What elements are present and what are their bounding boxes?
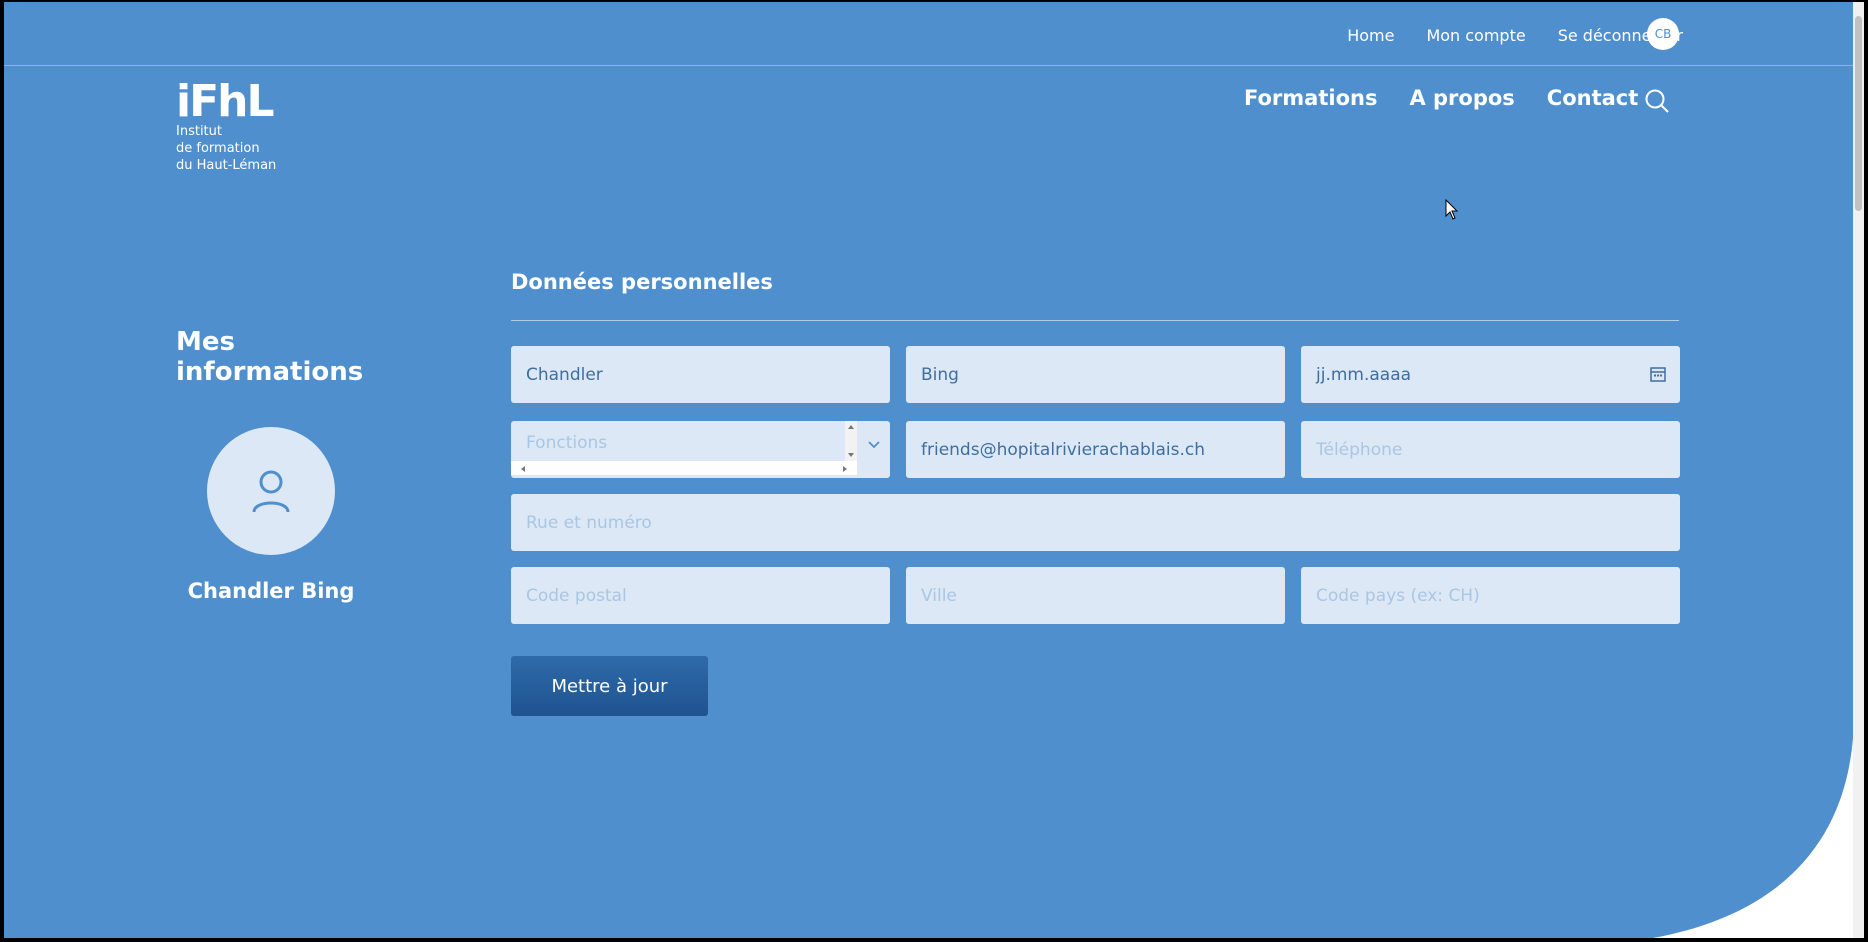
street-field[interactable]: Rue et numéro bbox=[511, 494, 1680, 551]
main-nav: Formations A propos Contact bbox=[1244, 86, 1638, 110]
user-icon bbox=[252, 470, 290, 513]
birthdate-placeholder: jj.mm.aaaa bbox=[1316, 364, 1412, 385]
nav-about-link[interactable]: A propos bbox=[1409, 86, 1514, 110]
country-code-placeholder: Code pays (ex: CH) bbox=[1316, 585, 1480, 606]
profile-name: Chandler Bing bbox=[187, 579, 355, 603]
first-name-field[interactable]: Chandler bbox=[511, 346, 890, 403]
country-code-field[interactable]: Code pays (ex: CH) bbox=[1301, 567, 1680, 624]
decorative-curve bbox=[1653, 738, 1853, 938]
functions-vertical-scrollbar[interactable] bbox=[845, 421, 857, 461]
logo[interactable]: iFhL Institut de formation du Haut-Léman bbox=[176, 76, 277, 174]
page: Home Mon compte Se déconnecter CB iFhL I… bbox=[4, 2, 1853, 938]
street-placeholder: Rue et numéro bbox=[526, 512, 652, 533]
first-name-value: Chandler bbox=[526, 364, 603, 385]
form-title: Données personnelles bbox=[511, 270, 773, 294]
last-name-field[interactable]: Bing bbox=[906, 346, 1285, 403]
page-scrollbar[interactable] bbox=[1853, 2, 1864, 938]
user-avatar[interactable]: CB bbox=[1647, 18, 1679, 50]
update-button[interactable]: Mettre à jour bbox=[511, 656, 708, 716]
form-divider bbox=[511, 320, 1679, 321]
nav-formations-link[interactable]: Formations bbox=[1244, 86, 1377, 110]
profile-avatar bbox=[207, 427, 335, 555]
postal-code-field[interactable]: Code postal bbox=[511, 567, 890, 624]
nav-home-link[interactable]: Home bbox=[1347, 26, 1394, 45]
section-title: Mes informations bbox=[176, 327, 364, 387]
logo-line-3: du Haut-Léman bbox=[176, 158, 277, 173]
functions-horizontal-scrollbar[interactable] bbox=[511, 461, 857, 475]
email-value: friends@hopitalrivierachablais.ch bbox=[921, 439, 1206, 460]
top-nav: Home Mon compte Se déconnecter bbox=[1347, 26, 1683, 45]
last-name-value: Bing bbox=[921, 364, 959, 385]
city-placeholder: Ville bbox=[921, 585, 957, 606]
functions-select[interactable]: Fonctions bbox=[511, 421, 890, 478]
functions-placeholder: Fonctions bbox=[526, 433, 608, 453]
postal-code-placeholder: Code postal bbox=[526, 585, 627, 606]
calendar-icon[interactable] bbox=[1650, 366, 1666, 382]
nav-contact-link[interactable]: Contact bbox=[1547, 86, 1639, 110]
city-field[interactable]: Ville bbox=[906, 567, 1285, 624]
search-icon[interactable] bbox=[1644, 88, 1670, 114]
cursor-icon bbox=[1445, 199, 1459, 220]
phone-field[interactable]: Téléphone bbox=[1301, 421, 1680, 478]
profile-panel: Mes informations Chandler Bing bbox=[176, 327, 406, 603]
email-field[interactable]: friends@hopitalrivierachablais.ch bbox=[906, 421, 1285, 478]
scrollbar-thumb[interactable] bbox=[1855, 16, 1862, 211]
logo-mark: iFhL bbox=[176, 76, 275, 127]
nav-account-link[interactable]: Mon compte bbox=[1426, 26, 1525, 45]
phone-placeholder: Téléphone bbox=[1316, 439, 1403, 460]
functions-listbox[interactable]: Fonctions bbox=[511, 421, 857, 461]
birthdate-field[interactable]: jj.mm.aaaa bbox=[1301, 346, 1680, 403]
chevron-down-icon[interactable] bbox=[868, 441, 880, 449]
logo-line-2: de formation bbox=[176, 141, 260, 156]
top-bar: Home Mon compte Se déconnecter CB bbox=[4, 2, 1853, 66]
